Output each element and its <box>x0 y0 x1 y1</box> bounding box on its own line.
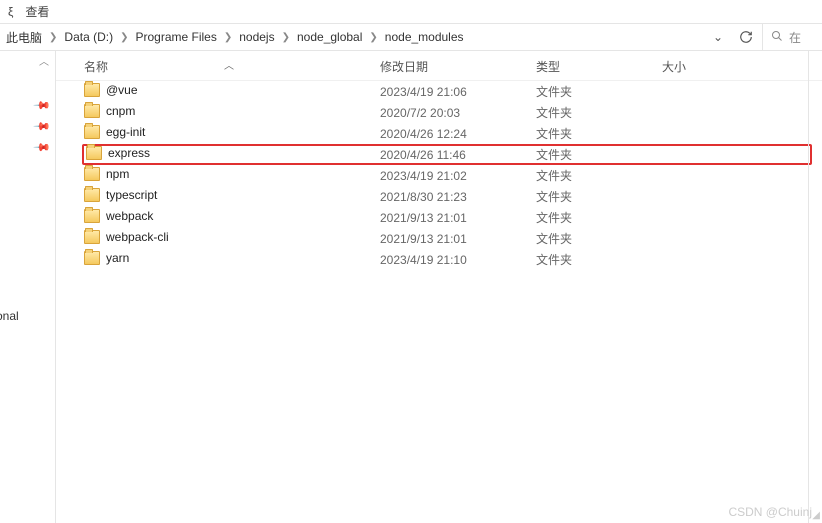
file-name: yarn <box>106 251 129 265</box>
breadcrumb-item[interactable]: node_global <box>295 30 364 44</box>
cell-name: npm <box>84 167 380 184</box>
cell-type: 文件夹 <box>536 209 662 226</box>
scroll-up-icon[interactable]: ︿ <box>39 53 49 68</box>
file-name: npm <box>106 167 129 181</box>
breadcrumb-item[interactable]: 此电脑 <box>4 29 44 46</box>
sort-indicator-icon: ︿ <box>224 57 234 72</box>
cell-name: yarn <box>84 251 380 268</box>
toolbar-item-view[interactable]: 查看 <box>25 3 49 20</box>
folder-icon <box>84 230 100 244</box>
sidebar-label-partial[interactable]: onal <box>0 309 19 323</box>
cell-modified: 2020/7/2 20:03 <box>380 106 536 120</box>
chevron-right-icon[interactable]: ❯ <box>277 32 295 43</box>
column-header-size[interactable]: 大小 <box>662 58 742 75</box>
dropdown-icon[interactable]: ⌄ <box>710 29 726 45</box>
cell-name: express <box>86 146 380 163</box>
cell-modified: 2023/4/19 21:10 <box>380 253 536 267</box>
toolbar-item[interactable]: ξ <box>8 5 13 19</box>
cell-name: typescript <box>84 188 380 205</box>
main-area: ︿ 📌 📌 📌 onal ︿ 名称 修改日期 类型 大小 @vue 2023/4/… <box>0 51 822 523</box>
column-header-modified[interactable]: 修改日期 <box>380 58 536 75</box>
table-row[interactable]: cnpm 2020/7/2 20:03文件夹 <box>56 102 822 123</box>
cell-name: egg-init <box>84 125 380 142</box>
cell-name: @vue <box>84 83 380 100</box>
vertical-divider <box>808 51 809 523</box>
chevron-right-icon[interactable]: ❯ <box>44 32 62 43</box>
cell-modified: 2021/9/13 21:01 <box>380 211 536 225</box>
cell-modified: 2023/4/19 21:06 <box>380 85 536 99</box>
cell-type: 文件夹 <box>536 167 662 184</box>
folder-icon <box>84 125 100 139</box>
chevron-right-icon[interactable]: ❯ <box>115 32 133 43</box>
folder-icon <box>86 146 102 160</box>
file-name: egg-init <box>106 125 145 139</box>
column-headers: ︿ 名称 修改日期 类型 大小 <box>56 53 822 81</box>
resize-handle-icon[interactable]: ◢ <box>812 510 820 521</box>
folder-icon <box>84 104 100 118</box>
chevron-right-icon[interactable]: ❯ <box>364 32 382 43</box>
refresh-icon[interactable] <box>738 29 754 45</box>
cell-name: webpack <box>84 209 380 226</box>
column-header-type[interactable]: 类型 <box>536 58 662 75</box>
cell-modified: 2020/4/26 12:24 <box>380 127 536 141</box>
table-row[interactable]: egg-init 2020/4/26 12:24文件夹 <box>56 123 822 144</box>
cell-modified: 2023/4/19 21:02 <box>380 169 536 183</box>
table-row[interactable]: webpack 2021/9/13 21:01文件夹 <box>56 207 822 228</box>
file-name: typescript <box>106 188 157 202</box>
breadcrumb-item[interactable]: Data (D:) <box>62 30 115 44</box>
table-row[interactable]: webpack-cli 2021/9/13 21:01文件夹 <box>56 228 822 249</box>
cell-type: 文件夹 <box>536 125 662 142</box>
chevron-right-icon[interactable]: ❯ <box>219 32 237 43</box>
pin-icon[interactable]: 📌 <box>33 96 52 115</box>
table-row[interactable]: express 2020/4/26 11:46文件夹 <box>82 144 812 165</box>
pin-icon[interactable]: 📌 <box>33 138 52 157</box>
file-name: webpack-cli <box>106 230 169 244</box>
search-box[interactable]: 在 <box>762 24 822 50</box>
file-name: cnpm <box>106 104 135 118</box>
sidebar: ︿ 📌 📌 📌 onal <box>0 51 56 523</box>
search-placeholder: 在 <box>789 29 801 46</box>
table-row[interactable]: npm 2023/4/19 21:02文件夹 <box>56 165 822 186</box>
folder-icon <box>84 188 100 202</box>
table-row[interactable]: typescript 2021/8/30 21:23文件夹 <box>56 186 822 207</box>
cell-type: 文件夹 <box>536 146 662 163</box>
top-toolbar: ξ 查看 <box>0 0 822 23</box>
folder-icon <box>84 209 100 223</box>
breadcrumb-item[interactable]: node_modules <box>383 30 466 44</box>
cell-modified: 2021/8/30 21:23 <box>380 190 536 204</box>
folder-icon <box>84 251 100 265</box>
table-row[interactable]: yarn 2023/4/19 21:10文件夹 <box>56 249 822 270</box>
watermark: CSDN @Chuinj <box>728 505 812 519</box>
nav-controls: ⌄ <box>710 29 762 45</box>
table-row[interactable]: @vue 2023/4/19 21:06文件夹 <box>56 81 822 102</box>
cell-type: 文件夹 <box>536 251 662 268</box>
file-list-content: ︿ 名称 修改日期 类型 大小 @vue2023/4/19 21:06文件夹cn… <box>56 51 822 523</box>
file-rows: @vue2023/4/19 21:06文件夹cnpm2020/7/2 20:03… <box>56 81 822 270</box>
cell-type: 文件夹 <box>536 83 662 100</box>
breadcrumb-item[interactable]: Programe Files <box>133 30 218 44</box>
file-name: express <box>108 146 150 160</box>
cell-name: cnpm <box>84 104 380 121</box>
breadcrumb-bar: 此电脑 ❯ Data (D:) ❯ Programe Files ❯ nodej… <box>0 23 822 51</box>
search-icon <box>771 30 783 45</box>
cell-type: 文件夹 <box>536 230 662 247</box>
file-name: webpack <box>106 209 153 223</box>
pin-icon[interactable]: 📌 <box>33 117 52 136</box>
cell-name: webpack-cli <box>84 230 380 247</box>
file-name: @vue <box>106 83 138 97</box>
breadcrumb-item[interactable]: nodejs <box>237 30 276 44</box>
cell-type: 文件夹 <box>536 104 662 121</box>
cell-modified: 2020/4/26 11:46 <box>380 148 536 162</box>
folder-icon <box>84 83 100 97</box>
cell-modified: 2021/9/13 21:01 <box>380 232 536 246</box>
folder-icon <box>84 167 100 181</box>
cell-type: 文件夹 <box>536 188 662 205</box>
